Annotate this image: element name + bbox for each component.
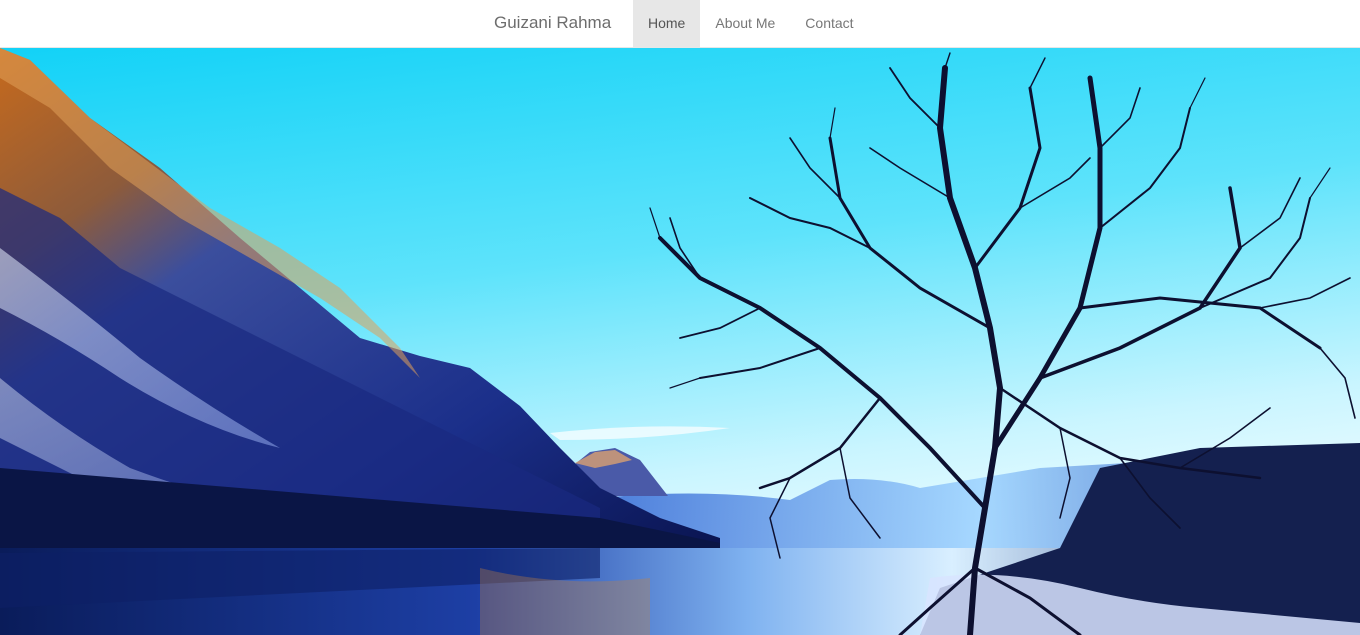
brand-link[interactable]: Guizani Rahma [494, 0, 611, 48]
top-navbar: Guizani Rahma Home About Me Contact [0, 0, 1360, 48]
nav-link-about-me[interactable]: About Me [700, 0, 790, 48]
nav-link-contact[interactable]: Contact [790, 0, 868, 48]
hero-landscape-image [0, 48, 1360, 635]
nav-link-home[interactable]: Home [633, 0, 701, 48]
nav-item-contact: Contact [790, 0, 868, 48]
nav-item-about: About Me [700, 0, 790, 48]
nav-menu: Home About Me Contact [633, 0, 869, 48]
hero-banner [0, 48, 1360, 635]
nav-item-home: Home [633, 0, 701, 48]
